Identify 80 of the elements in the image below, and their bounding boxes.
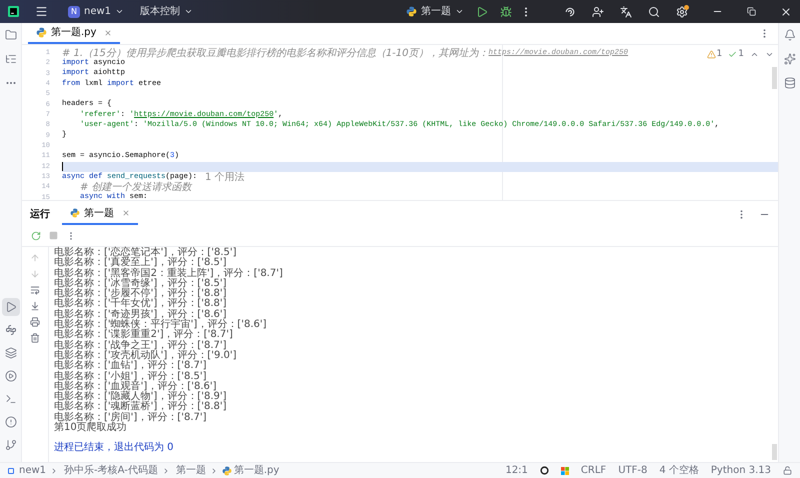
settings-icon[interactable] bbox=[676, 6, 688, 18]
console-line: 电影名称：['魂断蓝桥']，评分：['8.8'] bbox=[54, 402, 227, 412]
run-icon bbox=[4, 301, 16, 313]
scroll-to-end-icon[interactable] bbox=[30, 301, 40, 311]
console-line: 电影名称：['战争之王']，评分：['8.7'] bbox=[54, 340, 227, 351]
trash-icon[interactable] bbox=[30, 333, 40, 343]
close-icon[interactable] bbox=[780, 6, 792, 18]
git-branch-icon bbox=[4, 439, 16, 451]
console-line: 电影名称：['奇迹男孩']，评分：['8.6'] bbox=[54, 310, 227, 320]
breadcrumb[interactable]: new1 bbox=[19, 463, 46, 478]
run-panel-title: 运行 bbox=[30, 208, 50, 222]
scrollbar-thumb[interactable] bbox=[772, 444, 777, 460]
rerun-icon[interactable] bbox=[31, 230, 41, 240]
exit-message: 进程已结束，退出代码为 0 bbox=[54, 443, 174, 454]
console-line: 电影名称：['黑客帝国2：重装上阵']，评分：['8.7'] bbox=[54, 268, 283, 279]
notifications-icon[interactable] bbox=[784, 29, 796, 41]
usage-hint: 1 个用法 bbox=[205, 170, 245, 185]
console-line: 电影名称：['房间']，评分：['8.7'] bbox=[54, 412, 207, 423]
caret-icon bbox=[115, 7, 124, 16]
python-file-icon bbox=[70, 208, 80, 218]
interpreter-selector[interactable]: Python 3.13 bbox=[710, 463, 771, 478]
structure-icon[interactable] bbox=[4, 53, 16, 65]
indent-setting[interactable]: 4 个空格 bbox=[659, 463, 699, 478]
print-icon[interactable] bbox=[30, 317, 40, 327]
problems-icon bbox=[4, 416, 16, 428]
console-line: 电影名称：['小姐']，评分：['8.5'] bbox=[54, 372, 207, 382]
caret-position[interactable]: 12:1 bbox=[505, 463, 528, 478]
check-icon bbox=[728, 50, 738, 60]
soft-wrap-icon[interactable] bbox=[30, 285, 40, 295]
console-line: 电影名称：['谍影重重2']，评分：['8.7'] bbox=[54, 330, 233, 340]
console-line: 电影名称：['攻壳机动队']，评分：['9.0'] bbox=[54, 350, 237, 361]
breadcrumb[interactable]: 第一题 bbox=[176, 463, 206, 478]
database-icon[interactable] bbox=[784, 77, 796, 89]
run-tab[interactable]: 第一题 bbox=[62, 203, 138, 225]
search-icon[interactable] bbox=[648, 6, 660, 18]
code-comment: # 1.（15分）使用异步爬虫获取豆瓣电影排行榜的电影名称和评分信息（1-10页），其网址为： bbox=[62, 46, 489, 59]
translate-icon[interactable] bbox=[620, 6, 632, 18]
module-icon bbox=[8, 468, 14, 474]
restore-icon[interactable] bbox=[747, 7, 756, 16]
swirl-icon[interactable] bbox=[564, 6, 576, 18]
run-tool-button[interactable] bbox=[2, 298, 20, 316]
python-file-icon bbox=[222, 466, 232, 476]
console-line: 第10页爬取成功 bbox=[54, 423, 127, 434]
run-icon[interactable] bbox=[476, 6, 488, 18]
ok-count[interactable]: 1 bbox=[728, 48, 744, 62]
project-badge: N bbox=[68, 6, 80, 18]
close-icon bbox=[104, 28, 112, 36]
line-separator[interactable]: CRLF bbox=[580, 463, 606, 478]
menu-icon[interactable] bbox=[35, 5, 48, 18]
console-line: 电影名称：['真爱至上']，评分：['8.5'] bbox=[54, 258, 227, 268]
unlocked-icon[interactable] bbox=[783, 466, 792, 475]
breadcrumb[interactable]: 第一题.py bbox=[234, 463, 280, 478]
breadcrumb[interactable]: 孙中乐-考核A-代码题 bbox=[64, 463, 158, 478]
app-logo-icon[interactable] bbox=[8, 6, 19, 17]
close-icon bbox=[122, 209, 130, 217]
file-encoding[interactable]: UTF-8 bbox=[618, 463, 648, 478]
folder-icon[interactable] bbox=[4, 29, 16, 41]
terminal-icon bbox=[4, 393, 16, 405]
caret-icon bbox=[455, 7, 464, 16]
editor-tab[interactable]: 第一题.py bbox=[28, 23, 120, 44]
warning-icon bbox=[706, 50, 716, 60]
console-line: 电影名称：['冰雪奇缘']，评分：['8.5'] bbox=[54, 278, 227, 289]
console-line: 电影名称：['血钻']，评分：['8.7'] bbox=[54, 361, 207, 372]
python-logo-icon bbox=[406, 6, 417, 17]
debug-icon[interactable] bbox=[500, 6, 512, 18]
caret-icon bbox=[184, 7, 194, 16]
console-line: 电影名称：['恋恋笔记本']，评分：['8.5'] bbox=[54, 248, 237, 258]
scrollbar-thumb[interactable] bbox=[772, 67, 777, 89]
windows-logo-icon[interactable] bbox=[560, 466, 569, 474]
console-line: 电影名称：['千年女优']，评分：['8.8'] bbox=[54, 299, 227, 310]
python-file-icon bbox=[36, 27, 47, 38]
run-config-selector[interactable]: 第一题 bbox=[406, 4, 464, 19]
vcs-menu[interactable]: 版本控制 bbox=[140, 4, 194, 19]
services-icon bbox=[4, 370, 16, 382]
packages-icon bbox=[4, 347, 16, 359]
console-line: 电影名称：['血观音']，评分：['8.6'] bbox=[54, 382, 217, 392]
text-cursor bbox=[62, 162, 63, 172]
project-switcher[interactable]: N new1 bbox=[68, 4, 124, 19]
add-user-icon[interactable] bbox=[592, 6, 604, 18]
warning-count[interactable]: 1 bbox=[706, 48, 722, 62]
